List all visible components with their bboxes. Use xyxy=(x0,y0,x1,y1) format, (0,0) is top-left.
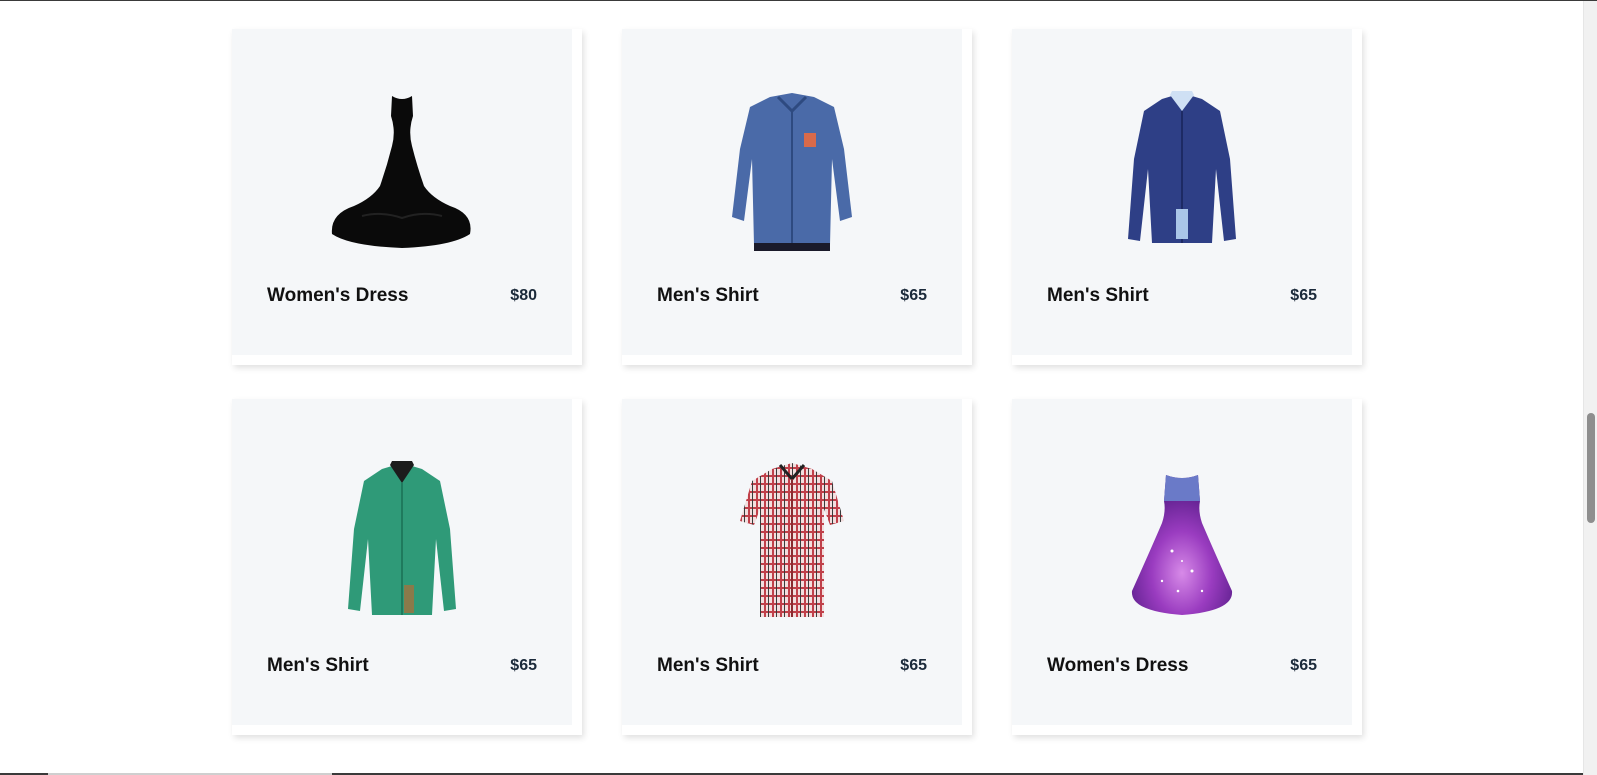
product-card-body: Men's Shirt $65 xyxy=(622,29,962,355)
scrollbar-thumb[interactable] xyxy=(1587,413,1595,523)
product-price: $65 xyxy=(900,287,927,304)
green-shirt-icon[interactable] xyxy=(292,451,512,631)
page-viewport: Women's Dress $80 Men's Shirt $65 Men's … xyxy=(0,0,1597,775)
blue-denim-shirt-icon[interactable] xyxy=(682,81,902,261)
product-grid: Women's Dress $80 Men's Shirt $65 Men's … xyxy=(232,29,1362,735)
product-price: $65 xyxy=(900,657,927,674)
product-card-footer: Women's Dress $80 xyxy=(267,285,537,307)
navy-shirt-icon[interactable] xyxy=(1072,81,1292,261)
product-name[interactable]: Men's Shirt xyxy=(657,655,759,677)
product-card[interactable]: Men's Shirt $65 xyxy=(622,29,972,365)
product-name[interactable]: Men's Shirt xyxy=(267,655,369,677)
product-card[interactable]: Women's Dress $80 xyxy=(232,29,582,365)
product-card[interactable]: Men's Shirt $65 xyxy=(622,399,972,735)
product-card-footer: Men's Shirt $65 xyxy=(657,655,927,677)
product-name[interactable]: Women's Dress xyxy=(1047,655,1188,677)
product-price: $65 xyxy=(1290,657,1317,674)
product-name[interactable]: Men's Shirt xyxy=(1047,285,1149,307)
plaid-shirt-icon[interactable] xyxy=(682,451,902,631)
vertical-scrollbar[interactable] xyxy=(1583,1,1597,775)
product-card-body: Men's Shirt $65 xyxy=(1012,29,1352,355)
product-price: $65 xyxy=(510,657,537,674)
product-card-body: Women's Dress $65 xyxy=(1012,399,1352,725)
product-name[interactable]: Men's Shirt xyxy=(657,285,759,307)
product-card-body: Women's Dress $80 xyxy=(232,29,572,355)
product-name[interactable]: Women's Dress xyxy=(267,285,408,307)
product-price: $80 xyxy=(510,287,537,304)
purple-galaxy-dress-icon[interactable] xyxy=(1072,451,1292,631)
product-card-footer: Women's Dress $65 xyxy=(1047,655,1317,677)
product-card-footer: Men's Shirt $65 xyxy=(267,655,537,677)
product-card[interactable]: Women's Dress $65 xyxy=(1012,399,1362,735)
product-card-body: Men's Shirt $65 xyxy=(232,399,572,725)
product-card[interactable]: Men's Shirt $65 xyxy=(1012,29,1362,365)
product-card-body: Men's Shirt $65 xyxy=(622,399,962,725)
black-dress-icon[interactable] xyxy=(292,81,512,261)
product-card-footer: Men's Shirt $65 xyxy=(657,285,927,307)
product-card-footer: Men's Shirt $65 xyxy=(1047,285,1317,307)
product-card[interactable]: Men's Shirt $65 xyxy=(232,399,582,735)
product-price: $65 xyxy=(1290,287,1317,304)
